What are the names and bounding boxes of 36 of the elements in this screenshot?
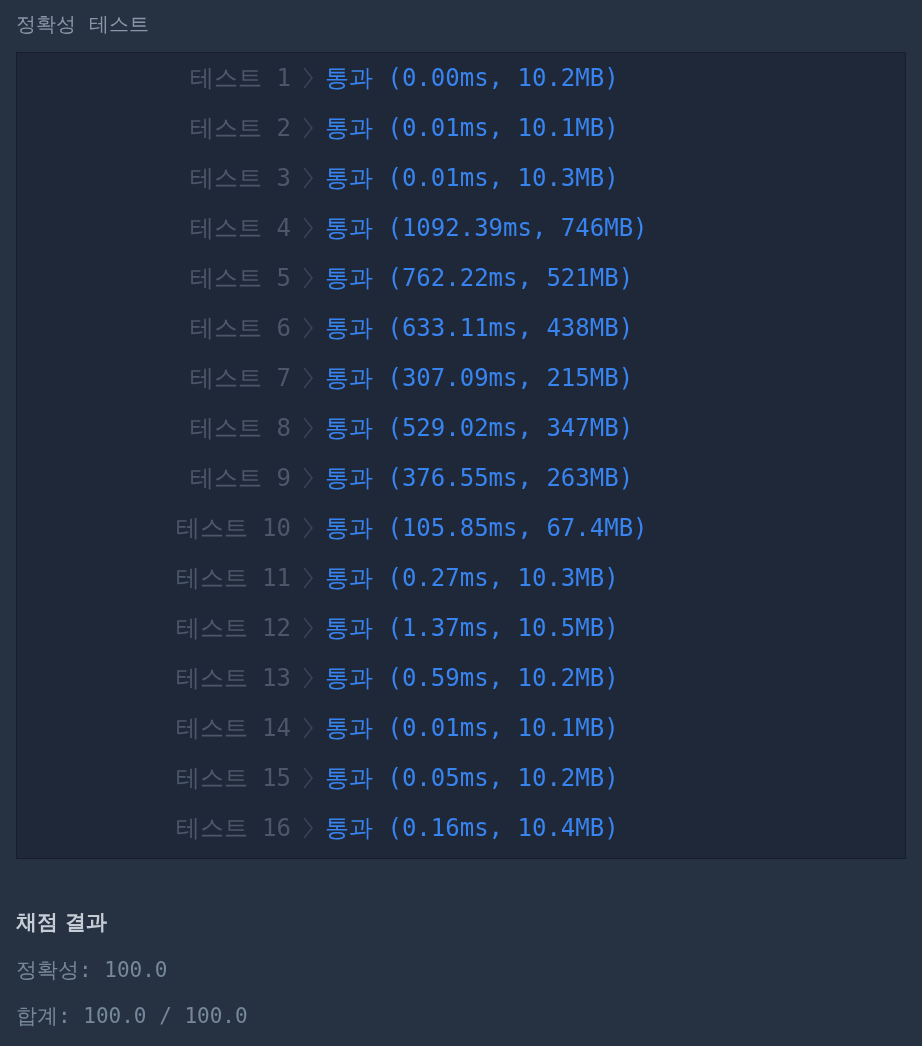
test-result: 통과 (1.37ms, 10.5MB) <box>325 613 620 644</box>
chevron-icon <box>303 467 313 489</box>
chevron-icon <box>303 267 313 289</box>
summary-line: 정확성: 100.0 <box>16 958 169 983</box>
chevron-icon <box>303 817 313 839</box>
section-title: 정확성 테스트 <box>16 11 150 38</box>
test-result: 통과 (0.01ms, 10.1MB) <box>325 113 620 144</box>
test-result: 통과 (0.00ms, 10.2MB) <box>325 63 620 94</box>
chevron-icon <box>303 567 313 589</box>
summary-title: 채점 결과 <box>16 909 109 936</box>
chevron-icon <box>303 767 313 789</box>
test-result: 통과 (0.01ms, 10.1MB) <box>325 713 620 744</box>
chevron-icon <box>303 217 313 239</box>
chevron-icon <box>303 67 313 89</box>
chevron-icon <box>303 717 313 739</box>
chevron-icon <box>303 167 313 189</box>
chevron-icon <box>303 117 313 139</box>
test-result: 통과 (529.02ms, 347MB) <box>325 413 635 444</box>
chevron-icon <box>303 667 313 689</box>
test-result: 통과 (0.01ms, 10.3MB) <box>325 163 620 194</box>
test-result: 통과 (1092.39ms, 746MB) <box>325 213 649 244</box>
chevron-icon <box>303 367 313 389</box>
test-result: 통과 (0.05ms, 10.2MB) <box>325 763 620 794</box>
test-result: 통과 (633.11ms, 438MB) <box>325 313 635 344</box>
test-result: 통과 (0.16ms, 10.4MB) <box>325 813 620 844</box>
chevron-icon <box>303 317 313 339</box>
chevron-icon <box>303 517 313 539</box>
test-result: 통과 (762.22ms, 521MB) <box>325 263 635 294</box>
test-result: 통과 (376.55ms, 263MB) <box>325 463 635 494</box>
chevron-icon <box>303 617 313 639</box>
chevron-icon <box>303 417 313 439</box>
test-result: 통과 (105.85ms, 67.4MB) <box>325 513 649 544</box>
summary-line: 합계: 100.0 / 100.0 <box>16 1004 249 1029</box>
test-result: 통과 (0.59ms, 10.2MB) <box>325 663 620 694</box>
test-result: 통과 (307.09ms, 215MB) <box>325 363 635 394</box>
test-result: 통과 (0.27ms, 10.3MB) <box>325 563 620 594</box>
